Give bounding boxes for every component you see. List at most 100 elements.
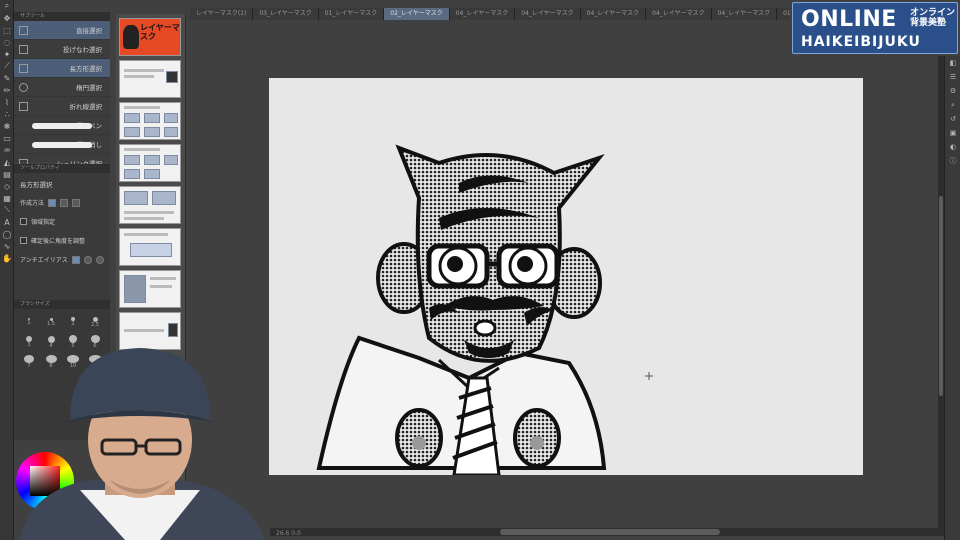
rect-select-icon [19, 26, 28, 35]
subtool-label: 長方形選択 [69, 65, 103, 73]
hand-tool-icon[interactable]: ✋ [0, 252, 14, 264]
document-tab[interactable]: 04_レイヤーマスク [580, 8, 647, 20]
document-tab[interactable]: 01_レイヤーマスク [318, 8, 385, 20]
subtool-item[interactable]: 選択消し [14, 135, 110, 154]
page-thumbnail[interactable] [119, 270, 181, 308]
blend-tool-icon[interactable]: ♒ [0, 144, 14, 156]
brush-size-cell[interactable]: 1.5 [42, 315, 60, 329]
layer-icon[interactable]: ☰ [945, 70, 960, 84]
brush-size-cell[interactable]: 2.5 [86, 315, 104, 329]
airbrush-tool-icon[interactable]: ∴ [0, 108, 14, 120]
logo-line-1: ONLINE [801, 7, 897, 32]
brush-size-cell[interactable]: 2 [64, 315, 82, 329]
eraser-tool-icon[interactable]: ▭ [0, 132, 14, 144]
document-tab[interactable]: 04_レイヤーマスク [646, 8, 712, 20]
adjust-angle-label: 確定後に角度を調整 [31, 238, 86, 245]
page-thumbnail[interactable] [119, 102, 181, 140]
presenter-webcam-overlay [10, 330, 270, 540]
color-set-icon[interactable]: ◐ [945, 140, 960, 154]
toolprop-title: 長方形選択 [20, 181, 53, 189]
document-tab[interactable]: 04_レイヤーマスク [711, 8, 778, 20]
info-icon[interactable]: ⓘ [945, 154, 960, 168]
antialias-row: アンチエイリアス [14, 250, 110, 269]
horizontal-scroll-thumb[interactable] [500, 529, 720, 535]
document-tab[interactable]: 01_レイヤーマスク [777, 8, 790, 20]
add-selection-icon[interactable] [60, 198, 69, 207]
tool-property-panel: ツールプロパティ 長方形選択 作成方法 領域指定 確定後に角度を調整 アンチエイ… [14, 164, 110, 304]
clip-studio-window: ⌕ ✥ ⬚ ◌ ✦ ⟋ ✎ ✏ ⌇ ∴ ❋ ▭ ♒ ◭ ▤ ◇ ▦ ⟍ A ◯ … [0, 0, 960, 540]
brush-stroke-preview-icon [32, 123, 92, 129]
adjust-angle-checkbox[interactable] [20, 237, 27, 244]
subtool-item[interactable]: 選択ペン [14, 116, 110, 135]
area-checkbox[interactable] [20, 218, 27, 225]
subtool-label: 直接選択 [76, 27, 102, 35]
subtool-item[interactable]: 折れ線選択 [14, 97, 110, 116]
page-thumbnail[interactable] [119, 60, 181, 98]
subtool-label: 折れ線選択 [69, 103, 103, 111]
balloon-tool-icon[interactable]: ◯ [0, 228, 14, 240]
creation-method-row: 作成方法 [14, 193, 110, 212]
move-tool-icon[interactable]: ✥ [0, 12, 14, 24]
page-thumbnail[interactable]: レイヤーマスク [119, 18, 181, 56]
pen-tool-icon[interactable]: ✎ [0, 72, 14, 84]
fill-tool-icon[interactable]: ◭ [0, 156, 14, 168]
horizontal-scrollbar[interactable] [270, 528, 940, 536]
figure-tool-icon[interactable]: ◇ [0, 180, 14, 192]
document-tab[interactable]: レイヤーマスク(1) [190, 8, 254, 20]
document-tab[interactable]: 04_レイヤーマスク [515, 8, 581, 20]
logo-line-2: HAIKEIBIJUKU [801, 34, 921, 50]
presenter-avatar [20, 348, 265, 540]
navigator-icon[interactable]: ◧ [945, 56, 960, 70]
status-readout: 26.6 0.0 [276, 530, 301, 537]
toolprop-header: ツールプロパティ [14, 164, 110, 173]
decoration-tool-icon[interactable]: ❋ [0, 120, 14, 132]
new-selection-icon[interactable] [48, 198, 57, 207]
page-thumbnail[interactable] [119, 144, 181, 182]
brush-tool-icon[interactable]: ⌇ [0, 96, 14, 108]
vertical-scroll-thumb[interactable] [939, 196, 943, 396]
property-icon[interactable]: ⚙ [945, 84, 960, 98]
material-icon[interactable]: ▣ [945, 126, 960, 140]
area-label: 領域指定 [31, 219, 56, 226]
document-tab-active[interactable]: 02_レイヤーマスク [384, 8, 450, 20]
subtool-item[interactable]: 直接選択 [14, 21, 110, 40]
antialias-strong-icon[interactable] [95, 255, 104, 264]
brand-logo: ONLINE オンライン 背景美塾 HAIKEIBIJUKU [792, 2, 958, 54]
pencil-tool-icon[interactable]: ✏ [0, 84, 14, 96]
subtool-label: 投げなわ選択 [63, 46, 102, 54]
antialias-weak-icon[interactable] [83, 255, 92, 264]
subtool-item[interactable]: 楕円選択 [14, 78, 110, 97]
ruler-tool-icon[interactable]: ⟍ [0, 204, 14, 216]
logo-jp-text: オンライン 背景美塾 [910, 8, 955, 28]
subtract-selection-icon[interactable] [72, 198, 81, 207]
document-tab[interactable]: 04_レイヤーマスク [449, 8, 516, 20]
brush-size-cell[interactable]: 1 [20, 315, 38, 329]
subtool-item[interactable]: 長方形選択 [14, 59, 110, 78]
frame-tool-icon[interactable]: ▦ [0, 192, 14, 204]
rect-select-icon [19, 64, 28, 73]
subtool-item[interactable]: 投げなわ選択 [14, 40, 110, 59]
creation-method-label: 作成方法 [20, 200, 45, 207]
polyline-select-icon [19, 102, 28, 111]
drawing-canvas[interactable] [269, 78, 863, 475]
brush-stroke-preview-icon [32, 142, 92, 148]
lasso-tool-icon[interactable]: ◌ [0, 36, 14, 48]
document-tab[interactable]: 03_レイヤーマスク [253, 8, 319, 20]
antialias-none-icon[interactable] [71, 255, 80, 264]
manga-character-illustration [316, 144, 653, 475]
zoom-tool-icon[interactable]: ⌕ [0, 0, 14, 12]
line-correction-icon[interactable]: ∿ [0, 240, 14, 252]
gradient-tool-icon[interactable]: ▤ [0, 168, 14, 180]
cover-title: レイヤーマスク [140, 23, 180, 41]
selection-tool-icon[interactable]: ⬚ [0, 24, 14, 36]
lasso-select-icon [19, 45, 28, 54]
page-thumbnail[interactable] [119, 228, 181, 266]
search-icon[interactable]: ⌕ [945, 98, 960, 112]
history-icon[interactable]: ↺ [945, 112, 960, 126]
ellipse-select-icon [19, 83, 28, 92]
text-tool-icon[interactable]: A [0, 216, 14, 228]
eyedropper-icon[interactable]: ⟋ [0, 60, 14, 72]
auto-select-icon[interactable]: ✦ [0, 48, 14, 60]
subtool-panel: サブツール 直接選択 投げなわ選択 長方形選択 楕円選択 折れ線選択 選択ペン … [14, 12, 110, 173]
page-thumbnail[interactable] [119, 186, 181, 224]
